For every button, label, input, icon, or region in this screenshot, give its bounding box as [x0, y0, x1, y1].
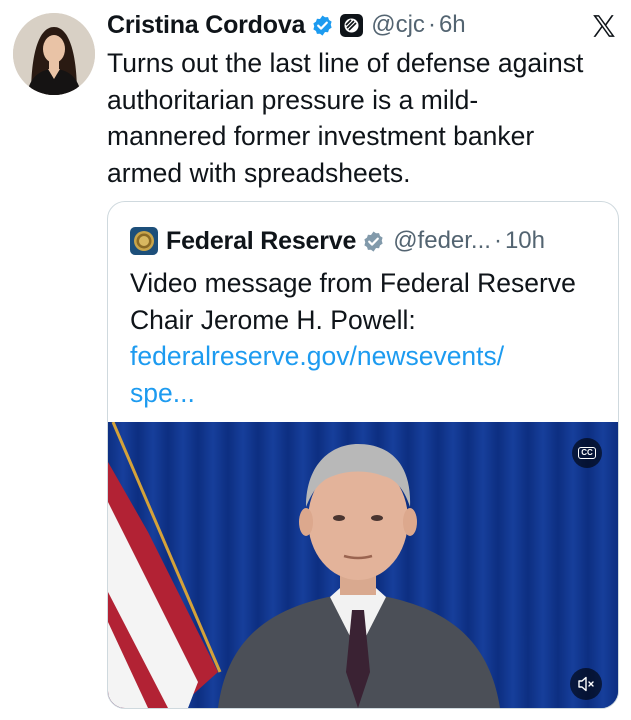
verified-badge-icon — [313, 14, 332, 36]
speaker-muted-icon — [578, 676, 594, 692]
separator-dot: · — [427, 11, 436, 38]
video-player[interactable]: CC — [108, 422, 618, 708]
quoted-separator-dot: · — [493, 227, 502, 254]
mute-icon[interactable] — [570, 668, 602, 700]
federal-reserve-seal-icon[interactable] — [130, 227, 158, 255]
gray-verified-badge-icon — [364, 230, 383, 252]
quoted-link[interactable]: federalreserve.gov/newsevents/ spe... — [130, 341, 504, 408]
quoted-author-handle[interactable]: @feder... — [393, 227, 491, 255]
x-logo-icon[interactable] — [591, 13, 617, 39]
quoted-tweet-text: Video message from Federal Reserve Chair… — [130, 265, 605, 411]
quoted-tweet-card[interactable]: Federal Reserve @feder... · 10h Video me… — [107, 201, 619, 709]
author-avatar[interactable] — [13, 13, 95, 95]
affiliate-badge-icon[interactable] — [340, 13, 364, 37]
tweet-header: Cristina Cordova @cjc · 6h — [107, 8, 619, 42]
quoted-timestamp[interactable]: 10h — [505, 227, 545, 255]
tweet-timestamp[interactable]: 6h — [439, 11, 466, 39]
author-handle[interactable]: @cjc — [371, 11, 425, 39]
quoted-tweet-header: Federal Reserve @feder... · 10h — [130, 226, 545, 256]
closed-captions-icon[interactable]: CC — [572, 438, 602, 468]
author-name[interactable]: Cristina Cordova — [107, 11, 305, 40]
quoted-author-name[interactable]: Federal Reserve — [166, 227, 356, 256]
tweet-text: Turns out the last line of defense again… — [107, 48, 584, 188]
cc-label: CC — [578, 447, 596, 459]
video-frame — [108, 422, 618, 708]
quoted-text-body: Video message from Federal Reserve Chair… — [130, 268, 576, 335]
